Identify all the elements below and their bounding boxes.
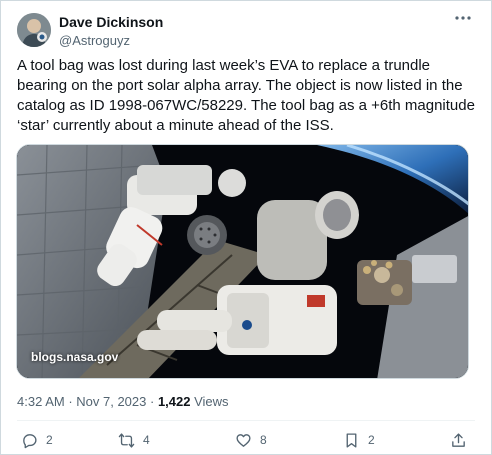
- views-label: Views: [190, 394, 229, 409]
- tweet-media-image[interactable]: blogs.nasa.gov: [16, 144, 469, 379]
- tweet-time[interactable]: 4:32 AM: [17, 394, 65, 409]
- bookmark-count: 2: [368, 433, 375, 447]
- meta-separator: ·: [146, 394, 158, 409]
- tweet-date[interactable]: Nov 7, 2023: [76, 394, 146, 409]
- tweet-card: Dave Dickinson @Astroguyz A tool bag was…: [0, 0, 492, 455]
- like-icon: [236, 433, 251, 447]
- divider: [17, 420, 475, 421]
- tweet-header: Dave Dickinson @Astroguyz: [13, 11, 479, 51]
- bookmark-icon: [346, 432, 357, 448]
- tweet-text: A tool bag was lost during last week’s E…: [17, 57, 475, 134]
- more-button[interactable]: [451, 11, 475, 31]
- author-names: Dave Dickinson @Astroguyz: [59, 14, 163, 49]
- reply-icon: [23, 433, 37, 448]
- reply-count: 2: [46, 433, 53, 447]
- media-credit: blogs.nasa.gov: [31, 350, 119, 364]
- retweet-button[interactable]: 4: [118, 429, 150, 451]
- share-icon: [452, 432, 465, 447]
- tweet-meta: 4:32 AM · Nov 7, 2023 · 1,422 Views: [17, 393, 229, 411]
- reply-button[interactable]: 2: [21, 429, 53, 451]
- spacewalk-photo: [17, 145, 468, 378]
- author-handle[interactable]: @Astroguyz: [59, 32, 163, 49]
- share-button[interactable]: [450, 429, 475, 451]
- like-count: 8: [260, 433, 267, 447]
- author-display-name[interactable]: Dave Dickinson: [59, 14, 163, 31]
- retweet-count: 4: [143, 433, 150, 447]
- retweet-icon: [118, 432, 135, 448]
- more-icon: [455, 16, 471, 20]
- avatar[interactable]: [17, 13, 51, 47]
- action-bar: 2 4 8 2: [17, 429, 475, 451]
- views-count: 1,422: [157, 394, 191, 409]
- bookmark-button[interactable]: 2: [343, 429, 375, 451]
- like-button[interactable]: 8: [235, 429, 267, 451]
- meta-separator: ·: [64, 394, 77, 409]
